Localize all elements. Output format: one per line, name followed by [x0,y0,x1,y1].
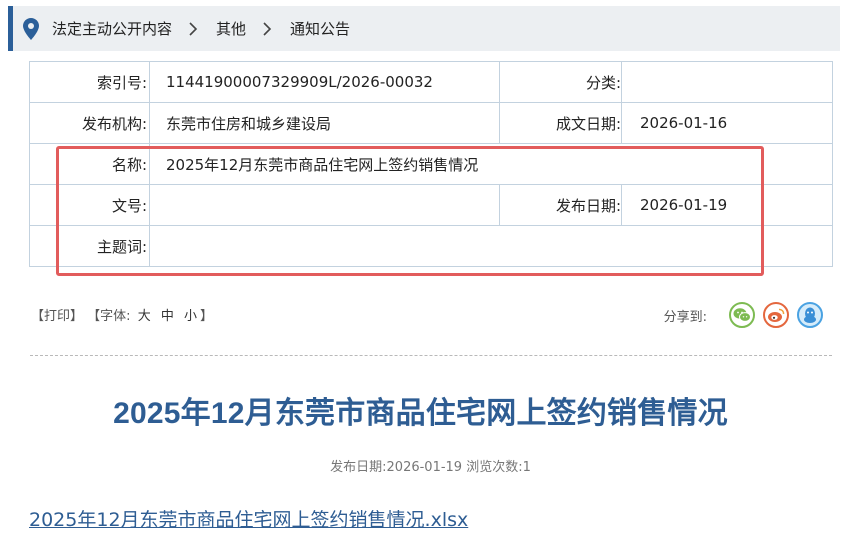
article-title: 2025年12月东莞市商品住宅网上签约销售情况 [113,397,728,430]
info-row-index: 索引号: 11441900007329909L/2026-00032 分类: [29,61,833,103]
category-value [621,61,833,103]
font-size-large-button[interactable]: 大 [138,305,151,324]
name-value: 2025年12月东莞市商品住宅网上签约销售情况 [149,143,833,185]
info-row-name: 名称: 2025年12月东莞市商品住宅网上签约销售情况 [29,143,833,185]
created-date-value: 2026-01-16 [621,102,833,144]
font-size-medium-button[interactable]: 中 [161,305,174,324]
breadcrumb-item-public-content[interactable]: 法定主动公开内容 [52,18,172,39]
category-label: 分类: [499,61,622,103]
print-button[interactable]: 【打印】 [31,305,83,324]
document-info-table: 索引号: 11441900007329909L/2026-00032 分类: 发… [29,61,833,267]
publisher-label: 发布机构: [29,102,150,144]
weibo-icon [768,308,785,322]
attachment-link[interactable]: 2025年12月东莞市商品住宅网上签约销售情况.xlsx [29,505,468,532]
publish-date-value: 2026-01-19 [621,184,833,226]
font-size-close: 】 [200,309,214,324]
breadcrumb: 法定主动公开内容 其他 通知公告 [8,6,840,51]
breadcrumb-item-notices[interactable]: 通知公告 [290,18,350,39]
subject-value [149,225,833,267]
docno-value [149,184,500,226]
font-size-open: 【字体: [87,309,131,324]
docno-label: 文号: [29,184,150,226]
created-date-label: 成文日期: [499,102,622,144]
subject-label: 主题词: [29,225,150,267]
font-size-small-button[interactable]: 小 [184,305,197,324]
wechat-icon [733,308,751,322]
location-pin-icon [23,17,39,40]
chevron-right-icon [263,21,272,36]
section-divider [30,355,832,356]
chevron-right-icon [189,21,198,36]
publish-date-label: 发布日期: [499,184,622,226]
publisher-value: 东莞市住房和城乡建设局 [149,102,500,144]
qq-icon [804,307,816,323]
info-row-publisher: 发布机构: 东莞市住房和城乡建设局 成文日期: 2026-01-16 [29,102,833,144]
share-label: 分享到: [663,309,707,325]
share-bar: 分享到: [664,302,823,328]
article-tools: 【打印】 【字体: 大 中 小】 [31,305,213,324]
breadcrumb-item-other[interactable]: 其他 [216,18,246,39]
share-wechat-button[interactable] [729,302,755,328]
info-row-docno: 文号: 发布日期: 2026-01-19 [29,184,833,226]
share-weibo-button[interactable] [763,302,789,328]
article-meta: 发布日期:2026-01-19 浏览次数:1 [330,460,531,475]
name-label: 名称: [29,143,150,185]
share-qq-button[interactable] [797,302,823,328]
info-row-subject: 主题词: [29,225,833,267]
index-value: 11441900007329909L/2026-00032 [149,61,500,103]
index-label: 索引号: [29,61,150,103]
